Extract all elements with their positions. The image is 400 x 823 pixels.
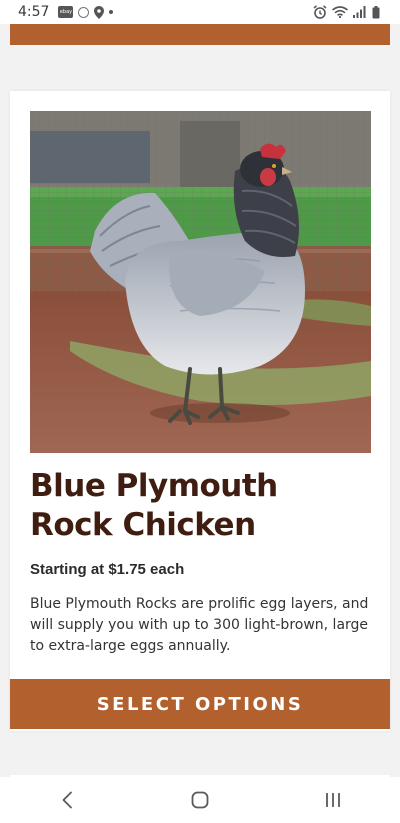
recent-apps-icon [326, 793, 341, 807]
product-description: Blue Plymouth Rocks are prolific egg lay… [30, 596, 369, 654]
alarm-icon [313, 5, 327, 19]
home-button[interactable] [170, 780, 230, 820]
battery-icon [372, 5, 380, 18]
navigation-bar [0, 777, 400, 823]
status-time: 4:57 [18, 4, 50, 20]
circle-notification-icon [78, 6, 90, 18]
back-button[interactable] [37, 780, 97, 820]
back-icon [62, 791, 72, 809]
status-left: 4:57 ebay [0, 4, 114, 20]
ebay-notification-icon: ebay [58, 6, 74, 18]
location-icon [94, 5, 105, 19]
product-card: Blue Plymouth Rock Chicken Starting at $… [10, 91, 390, 731]
signal-icon [353, 6, 366, 18]
product-price: Starting at $1.75 each [30, 561, 185, 578]
status-bar: 4:57 ebay [0, 0, 400, 24]
select-options-button[interactable]: SELECT OPTIONS [10, 679, 390, 729]
product-title[interactable]: Blue Plymouth Rock Chicken [30, 467, 370, 545]
more-notifications-icon [109, 10, 114, 14]
status-right [313, 5, 400, 19]
recent-apps-button[interactable] [303, 780, 363, 820]
home-icon [191, 791, 209, 809]
wifi-icon [332, 6, 348, 18]
product-image[interactable] [30, 111, 371, 453]
